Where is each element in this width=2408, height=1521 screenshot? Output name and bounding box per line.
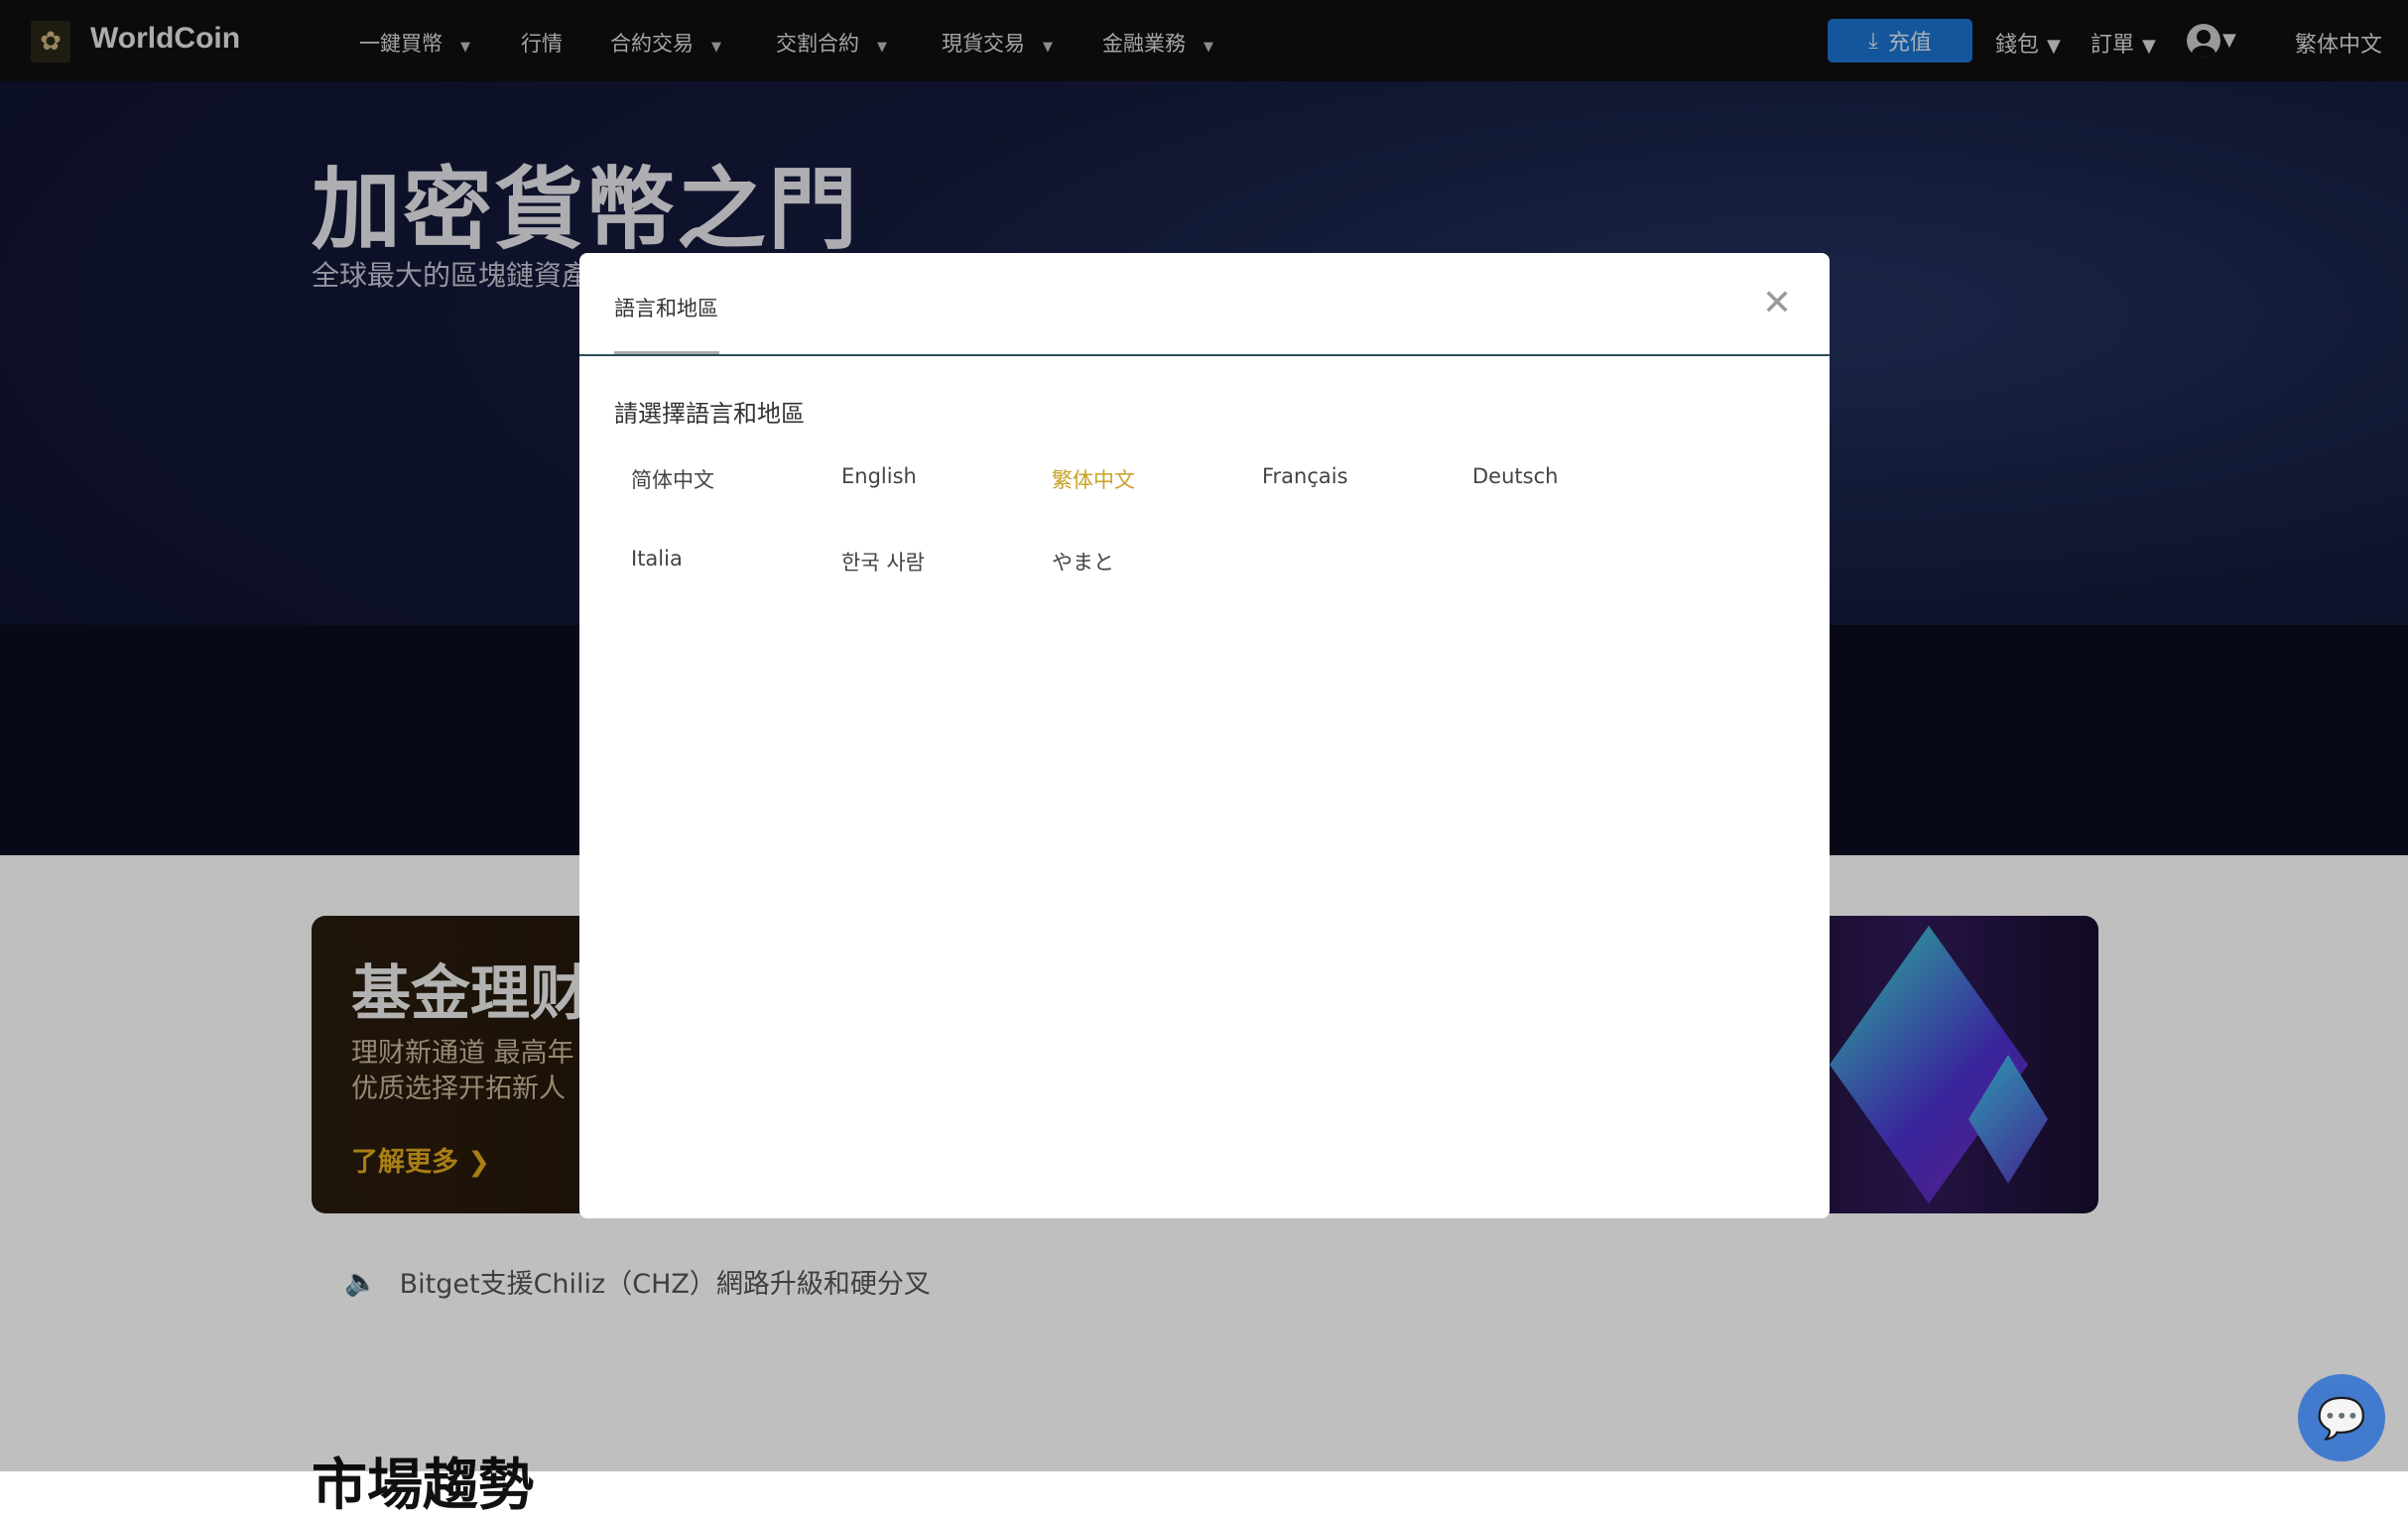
language-option[interactable]: Deutsch <box>1472 464 1558 488</box>
language-option[interactable]: Italia <box>631 547 683 570</box>
divider <box>579 354 1830 356</box>
language-option[interactable]: 繁体中文 <box>1052 464 1135 494</box>
chat-icon: 💬 <box>2317 1395 2366 1442</box>
chat-support-button[interactable]: 💬 <box>2298 1374 2385 1461</box>
language-option[interactable]: 简体中文 <box>631 464 714 494</box>
dialog-title[interactable]: 語言和地區 <box>614 293 718 322</box>
language-option[interactable]: やまと <box>1052 547 1114 576</box>
language-option[interactable]: English <box>841 464 917 488</box>
dialog-subtitle: 請選擇語言和地區 <box>614 400 805 428</box>
language-region-dialog: 語言和地區 ✕ 請選擇語言和地區 简体中文 English 繁体中文 Français… <box>579 253 1830 1218</box>
language-option[interactable]: Français <box>1262 464 1348 488</box>
language-option[interactable]: 한국 사람 <box>841 547 925 576</box>
close-icon[interactable]: ✕ <box>1762 283 1792 323</box>
